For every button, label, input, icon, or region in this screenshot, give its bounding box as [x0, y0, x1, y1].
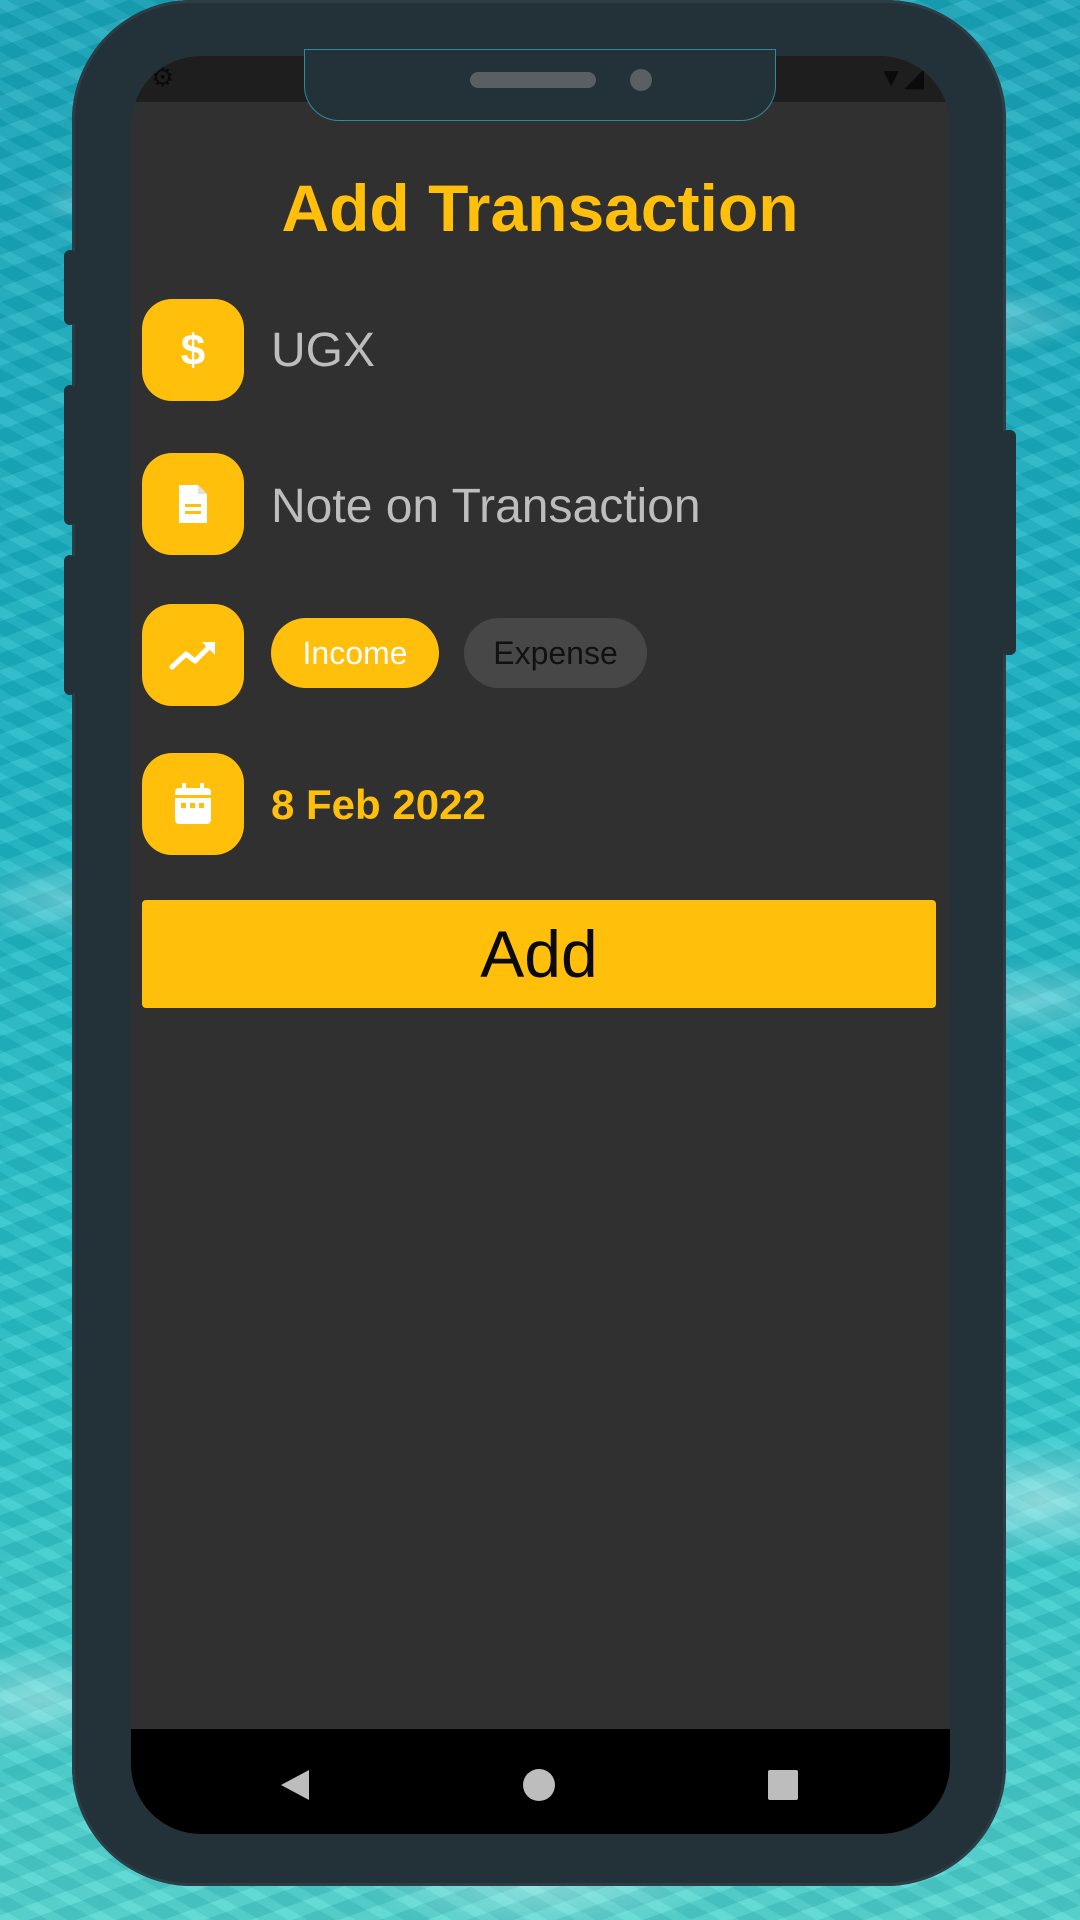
camera-dot — [630, 69, 652, 91]
income-chip[interactable]: Income — [271, 618, 439, 688]
amount-input[interactable]: UGX — [271, 323, 375, 378]
side-button — [64, 385, 76, 525]
settings-icon: ⚙ — [151, 62, 175, 92]
phone-notch — [305, 50, 775, 120]
speaker-grille — [470, 72, 596, 88]
date-picker[interactable]: 8 Feb 2022 — [271, 781, 486, 829]
expense-chip[interactable]: Expense — [464, 618, 647, 688]
amount-row: $ UGX — [142, 299, 936, 401]
trending-up-icon — [142, 604, 244, 706]
signal-icon: ▼◢ — [878, 62, 924, 92]
power-button — [1002, 430, 1016, 655]
home-circle-icon[interactable] — [519, 1765, 559, 1805]
type-row: Income Expense — [142, 604, 936, 706]
note-row: Note on Transaction — [142, 453, 936, 555]
add-button[interactable]: Add — [142, 900, 936, 1008]
side-button — [64, 250, 76, 325]
svg-text:$: $ — [181, 326, 205, 375]
note-input[interactable]: Note on Transaction — [271, 479, 701, 534]
recents-square-icon[interactable] — [763, 1765, 803, 1805]
dollar-icon: $ — [142, 299, 244, 401]
document-icon — [142, 453, 244, 555]
back-triangle-icon[interactable] — [275, 1765, 315, 1805]
page-title: Add Transaction — [281, 171, 799, 245]
side-button — [64, 555, 76, 695]
date-row: 8 Feb 2022 — [142, 753, 936, 855]
calendar-icon — [142, 753, 244, 855]
navigation-bar — [131, 1729, 950, 1834]
